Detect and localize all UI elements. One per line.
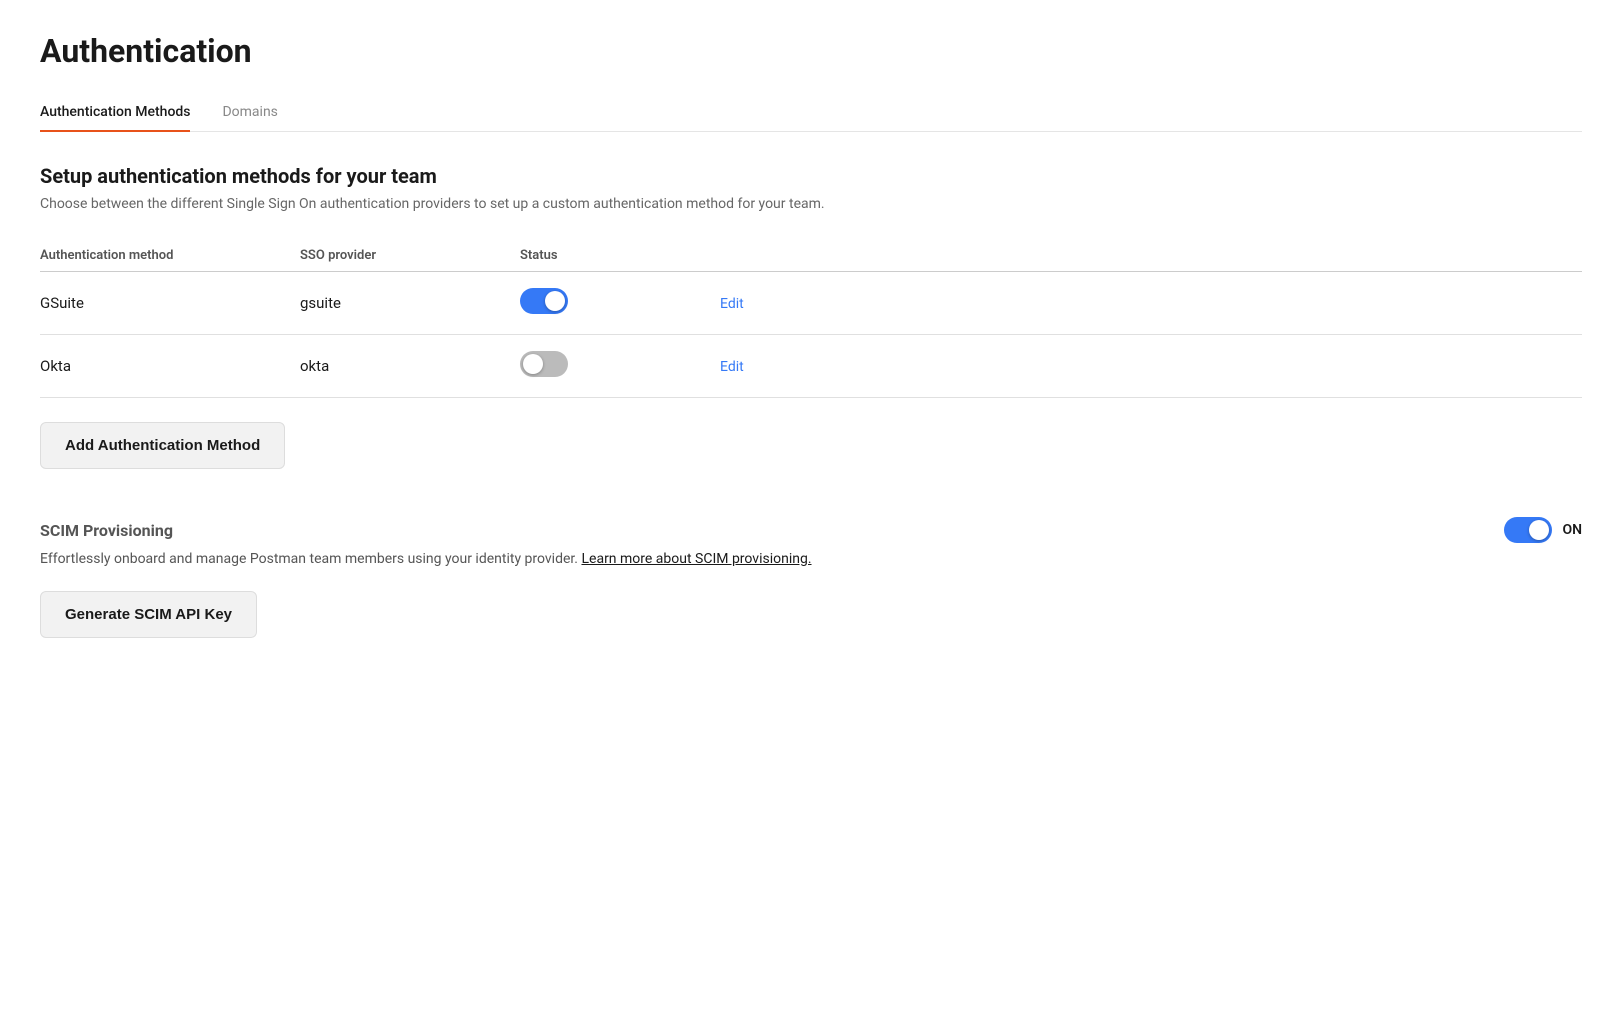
scim-title: SCIM Provisioning (40, 521, 173, 540)
sso-provider-gsuite: gsuite (300, 294, 520, 312)
table-row: GSuite gsuite Edit (40, 272, 1582, 335)
method-name-okta: Okta (40, 357, 300, 375)
col-header-actions (720, 248, 840, 263)
tab-authentication-methods[interactable]: Authentication Methods (40, 94, 190, 132)
tab-domains[interactable]: Domains (222, 94, 277, 132)
add-authentication-method-button[interactable]: Add Authentication Method (40, 422, 285, 469)
toggle-thumb-okta (523, 354, 543, 374)
sso-provider-okta: okta (300, 357, 520, 375)
scim-learn-more-link[interactable]: Learn more about SCIM provisioning. (581, 551, 811, 567)
edit-cell-okta: Edit (720, 357, 840, 375)
generate-scim-api-key-button[interactable]: Generate SCIM API Key (40, 591, 257, 638)
edit-cell-gsuite: Edit (720, 294, 840, 312)
col-header-method: Authentication method (40, 248, 300, 263)
scim-section: SCIM Provisioning ON Effortlessly onboar… (40, 517, 1582, 638)
scim-toggle-row: ON (1504, 517, 1582, 543)
section-heading: Setup authentication methods for your te… (40, 164, 1582, 188)
table-row: Okta okta Edit (40, 335, 1582, 398)
col-header-status: Status (520, 248, 720, 263)
scim-description-text: Effortlessly onboard and manage Postman … (40, 551, 578, 567)
edit-link-gsuite[interactable]: Edit (720, 296, 744, 312)
scim-header-row: SCIM Provisioning ON (40, 517, 1582, 543)
status-toggle-gsuite[interactable] (520, 288, 720, 318)
toggle-gsuite[interactable] (520, 288, 568, 314)
tabs-container: Authentication Methods Domains (40, 94, 1582, 132)
section-description: Choose between the different Single Sign… (40, 196, 940, 212)
toggle-okta[interactable] (520, 351, 568, 377)
col-header-sso: SSO provider (300, 248, 520, 263)
method-name-gsuite: GSuite (40, 294, 300, 312)
toggle-thumb-gsuite (545, 291, 565, 311)
page-title: Authentication (40, 32, 1582, 70)
status-toggle-okta[interactable] (520, 351, 720, 381)
toggle-scim[interactable] (1504, 517, 1552, 543)
table-header: Authentication method SSO provider Statu… (40, 240, 1582, 272)
scim-description: Effortlessly onboard and manage Postman … (40, 551, 940, 567)
scim-on-label: ON (1562, 522, 1582, 538)
edit-link-okta[interactable]: Edit (720, 359, 744, 375)
